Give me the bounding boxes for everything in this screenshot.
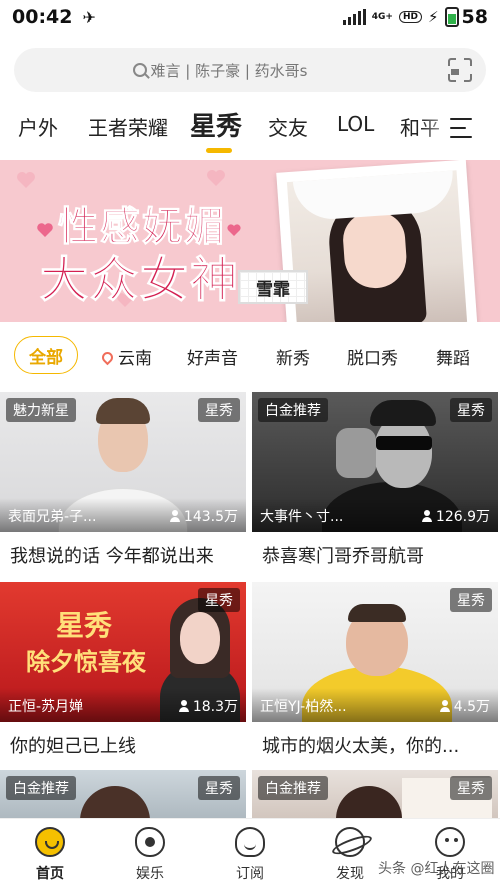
filter-talk-show[interactable]: 脱口秀 bbox=[347, 344, 398, 369]
profile-icon bbox=[435, 827, 465, 857]
active-tab-indicator bbox=[206, 148, 232, 153]
viewer-count-value: 126.9万 bbox=[435, 509, 490, 525]
viewer-count-value: 4.5万 bbox=[453, 699, 490, 715]
banner-name-tag: 雪霏 bbox=[238, 270, 308, 304]
stream-tag: 魅力新星 bbox=[6, 398, 76, 422]
tab-star-show[interactable]: 星秀 bbox=[190, 106, 242, 143]
viewer-count-value: 143.5万 bbox=[183, 509, 238, 525]
battery-level: 58 bbox=[461, 6, 488, 28]
status-right: 4G+ HD ⚡ 58 bbox=[342, 6, 488, 28]
nav-discover-label: 发现 bbox=[336, 866, 364, 882]
viewers-icon bbox=[169, 510, 180, 522]
tab-honor-of-kings[interactable]: 王者荣耀 bbox=[88, 112, 168, 141]
nav-subscribe-label: 订阅 bbox=[236, 866, 264, 882]
stream-thumbnail[interactable]: 白金推荐 星秀 大事件丶寸... 126.9万 bbox=[252, 392, 498, 532]
search-bar[interactable]: 难言 | 陈子豪 | 药水哥s bbox=[14, 48, 486, 92]
stream-card[interactable]: 白金推荐 星秀 bbox=[0, 770, 246, 818]
viewer-count-value: 18.3万 bbox=[192, 699, 238, 715]
nav-home-label: 首页 bbox=[36, 866, 64, 882]
filter-yunnan-label: 云南 bbox=[118, 349, 152, 369]
new-year-poster: 星秀 除夕惊喜夜 bbox=[26, 604, 150, 694]
viewers-icon bbox=[421, 510, 432, 522]
promo-banner[interactable]: 性感妩媚 大众女神 雪霏 bbox=[0, 160, 500, 322]
poster-subtitle: 除夕惊喜夜 bbox=[26, 647, 146, 676]
entertainment-icon bbox=[135, 827, 165, 857]
stream-tag: 白金推荐 bbox=[258, 398, 328, 422]
filter-dance[interactable]: 舞蹈 bbox=[436, 344, 470, 369]
status-bar: 00:42 ✈ 4G+ HD ⚡ 58 bbox=[0, 0, 500, 34]
search-input[interactable]: 难言 | 陈子豪 | 药水哥s bbox=[14, 60, 426, 81]
battery-icon: 58 bbox=[444, 6, 488, 28]
poster-title: 星秀 bbox=[56, 609, 113, 642]
subscribe-icon bbox=[235, 827, 265, 857]
stream-tag: 白金推荐 bbox=[6, 776, 76, 800]
search-placeholder: 难言 | 陈子豪 | 药水哥s bbox=[150, 61, 308, 80]
filter-newcomer[interactable]: 新秀 bbox=[276, 344, 310, 369]
stream-category: 星秀 bbox=[198, 776, 240, 800]
stream-title[interactable]: 你的妲己已上线 bbox=[0, 722, 246, 762]
charging-icon: ⚡ bbox=[428, 8, 439, 26]
stream-card[interactable]: 白金推荐 星秀 大事件丶寸... 126.9万 恭喜寒门哥乔哥航哥 bbox=[252, 392, 498, 572]
stream-category: 星秀 bbox=[198, 398, 240, 422]
nav-entertainment[interactable]: 娱乐 bbox=[100, 819, 200, 888]
status-time: 00:42 bbox=[12, 6, 73, 28]
nav-entertainment-label: 娱乐 bbox=[136, 866, 164, 882]
anchor-name: 表面兄弟-子... bbox=[8, 509, 97, 525]
anchor-name: 大事件丶寸... bbox=[260, 509, 344, 525]
filter-good-voice[interactable]: 好声音 bbox=[187, 344, 238, 369]
menu-icon[interactable] bbox=[450, 118, 472, 138]
notification-icon: ✈ bbox=[82, 7, 96, 27]
nav-subscribe[interactable]: 订阅 bbox=[200, 819, 300, 888]
stream-title[interactable]: 我想说的话 今年都说出来 bbox=[0, 532, 246, 572]
stream-card[interactable]: 白金推荐 星秀 bbox=[252, 770, 498, 818]
tab-outdoor[interactable]: 户外 bbox=[18, 112, 58, 141]
stream-thumbnail[interactable]: 星秀 除夕惊喜夜 星秀 正恒-苏月婵 18.3万 bbox=[0, 582, 246, 722]
tab-lol[interactable]: LOL bbox=[337, 112, 374, 136]
viewer-count: 18.3万 bbox=[178, 696, 238, 716]
home-icon bbox=[35, 827, 65, 857]
signal-icon bbox=[342, 9, 366, 25]
stream-thumbnail[interactable]: 白金推荐 星秀 bbox=[252, 770, 498, 818]
stream-title[interactable]: 城市的烟火太美，你的... bbox=[252, 722, 498, 762]
hd-icon: HD bbox=[398, 11, 422, 23]
stream-category: 星秀 bbox=[450, 776, 492, 800]
scan-icon[interactable] bbox=[448, 58, 472, 82]
watermark: 头条 @红人在这圈 bbox=[378, 861, 495, 877]
viewers-icon bbox=[439, 700, 450, 712]
stream-tag: 白金推荐 bbox=[258, 776, 328, 800]
category-tabs: 户外 王者荣耀 星秀 交友 LOL 和平 bbox=[0, 100, 500, 156]
network-type: 4G+ bbox=[371, 12, 393, 22]
stream-thumbnail[interactable]: 白金推荐 星秀 bbox=[0, 770, 246, 818]
tab-make-friends[interactable]: 交友 bbox=[268, 112, 308, 141]
banner-line2: 大众女神 bbox=[39, 252, 241, 309]
stream-category: 星秀 bbox=[450, 588, 492, 612]
filter-yunnan[interactable]: 云南 bbox=[99, 344, 152, 369]
filter-chips: 全部 云南 好声音 新秀 脱口秀 舞蹈 bbox=[0, 336, 500, 380]
nav-home[interactable]: 首页 bbox=[0, 819, 100, 888]
location-pin-icon bbox=[99, 349, 116, 365]
viewer-count: 126.9万 bbox=[421, 506, 490, 526]
stream-card[interactable]: 魅力新星 星秀 表面兄弟-子... 143.5万 我想说的话 今年都说出来 bbox=[0, 392, 246, 572]
anchor-name: 正恒YJ-柏然... bbox=[260, 699, 347, 715]
filter-all[interactable]: 全部 bbox=[14, 336, 78, 374]
viewer-count: 143.5万 bbox=[169, 506, 238, 526]
stream-card[interactable]: 星秀 正恒YJ-柏然... 4.5万 城市的烟火太美，你的... bbox=[252, 582, 498, 762]
viewer-count: 4.5万 bbox=[439, 696, 490, 716]
anchor-name: 正恒-苏月婵 bbox=[8, 699, 84, 715]
stream-category: 星秀 bbox=[450, 398, 492, 422]
stream-thumbnail[interactable]: 星秀 正恒YJ-柏然... 4.5万 bbox=[252, 582, 498, 722]
stream-category: 星秀 bbox=[198, 588, 240, 612]
stream-thumbnail[interactable]: 魅力新星 星秀 表面兄弟-子... 143.5万 bbox=[0, 392, 246, 532]
discover-icon bbox=[335, 827, 365, 857]
stream-card[interactable]: 星秀 除夕惊喜夜 星秀 正恒-苏月婵 18.3万 你的妲己已上线 bbox=[0, 582, 246, 762]
viewers-icon bbox=[178, 700, 189, 712]
stream-title[interactable]: 恭喜寒门哥乔哥航哥 bbox=[252, 532, 498, 572]
search-icon bbox=[132, 63, 147, 77]
